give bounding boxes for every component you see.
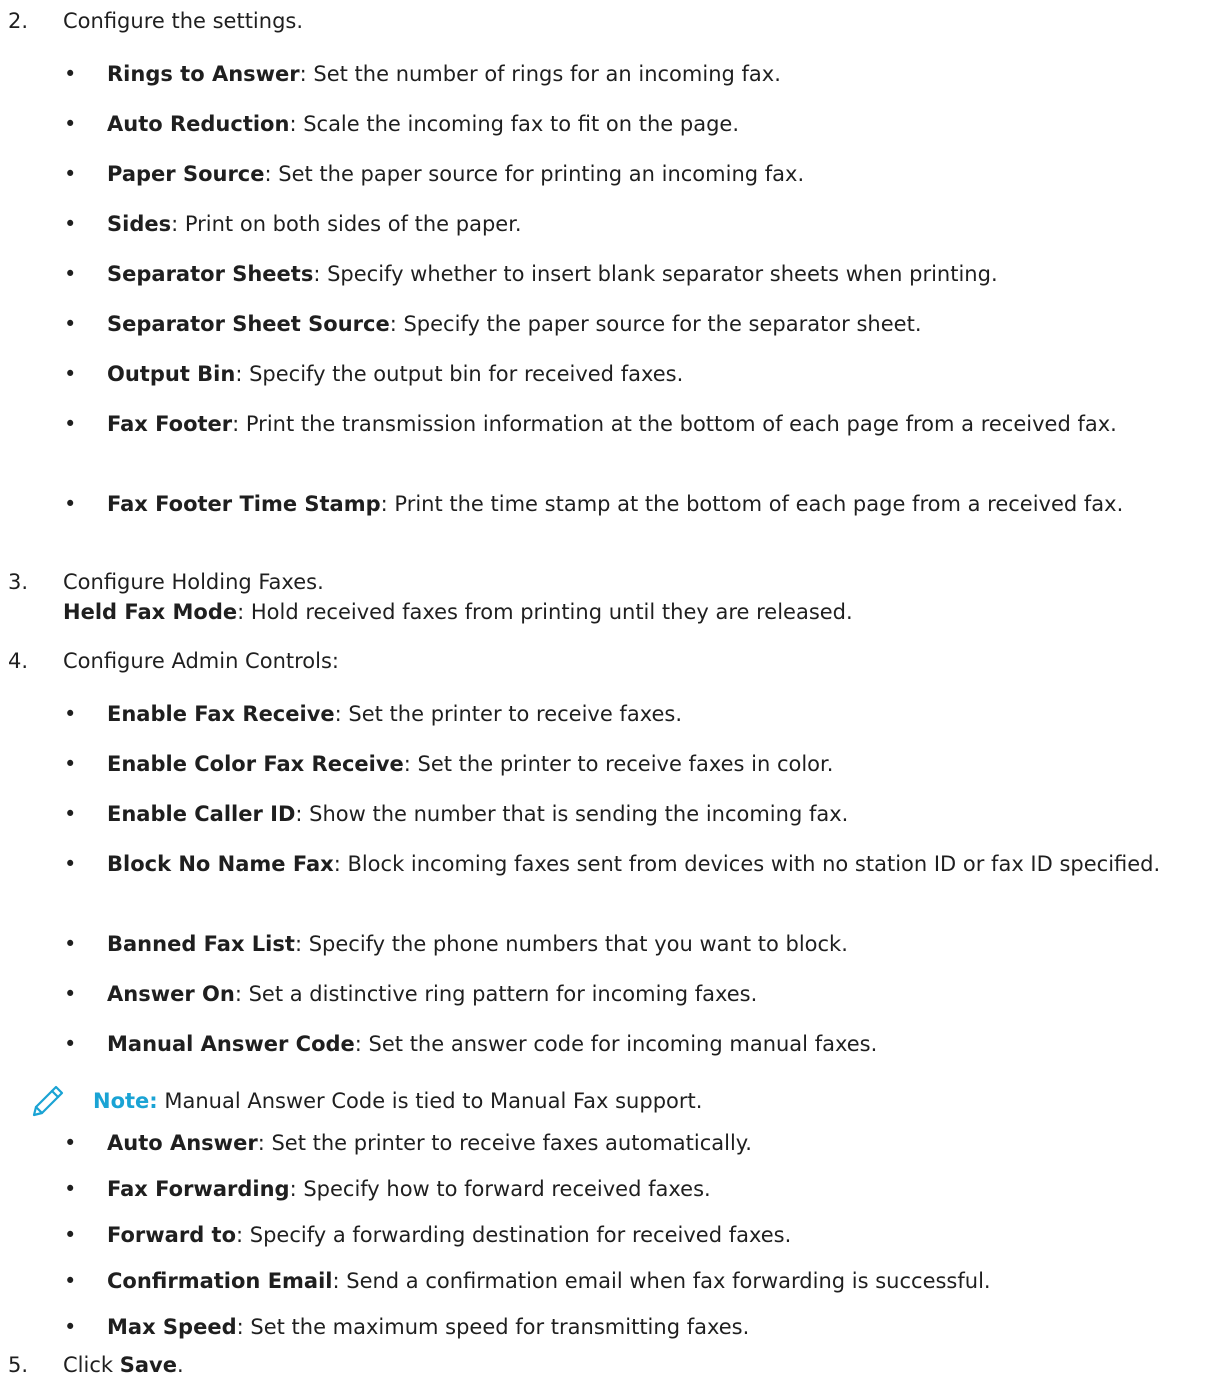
item-term: Separator Sheet Source <box>107 312 390 336</box>
item-desc: : Specify a forwarding destination for r… <box>236 1223 792 1247</box>
item-desc: : Print the transmission information at … <box>232 412 1117 436</box>
bullet-marker: • <box>64 1223 77 1247</box>
step-text-post: . <box>176 1353 184 1377</box>
bullet-marker: • <box>64 362 77 386</box>
item-desc: : Print on both sides of the paper. <box>171 212 522 236</box>
step-text: Configure Admin Controls: <box>63 649 339 673</box>
item-term: Fax Footer Time Stamp <box>107 492 381 516</box>
bullet-marker: • <box>64 262 77 286</box>
bullet-marker: • <box>64 982 77 1006</box>
item-desc: : Specify the output bin for received fa… <box>235 362 684 386</box>
item-desc: : Specify the phone numbers that you wan… <box>294 932 848 956</box>
held-fax-mode-line: Held Fax Mode: Hold received faxes from … <box>63 597 1211 627</box>
pencil-icon <box>30 1083 66 1119</box>
item-term: Enable Fax Receive <box>107 702 335 726</box>
save-label: Save <box>119 1353 177 1377</box>
item-desc: : Set the printer to receive faxes in co… <box>403 752 834 776</box>
bullet-marker: • <box>64 162 77 186</box>
item-desc: : Scale the incoming fax to fit on the p… <box>289 112 739 136</box>
item-desc: : Set a distinctive ring pattern for inc… <box>234 982 758 1006</box>
bullet-marker: • <box>64 312 77 336</box>
item-desc: : Set the maximum speed for transmitting… <box>236 1315 750 1339</box>
item-term: Block No Name Fax <box>107 852 334 876</box>
item-term: Auto Reduction <box>107 112 290 136</box>
item-term: Rings to Answer <box>107 62 300 86</box>
item-desc: : Specify how to forward received faxes. <box>289 1177 711 1201</box>
step-number: 3. <box>8 570 29 594</box>
step-text: Click Save. <box>63 1350 1211 1380</box>
item-desc: : Set the answer code for incoming manua… <box>354 1032 878 1056</box>
bullet-marker: • <box>64 1269 77 1293</box>
item-term: Enable Caller ID <box>107 802 296 826</box>
item-term: Answer On <box>107 982 235 1006</box>
bullet-marker: • <box>64 412 77 436</box>
bullet-marker: • <box>64 1032 77 1056</box>
bullet-marker: • <box>64 852 77 876</box>
bullet-marker: • <box>64 212 77 236</box>
document-page: 2. Configure the settings. • Rings to An… <box>0 0 1219 1386</box>
step-text: Configure Holding Faxes. <box>63 570 324 594</box>
note-label: Note: <box>93 1089 158 1113</box>
bullet-marker: • <box>64 1131 77 1155</box>
item-term: Fax Forwarding <box>107 1177 290 1201</box>
step-number: 5. <box>8 1353 29 1377</box>
item-term: Forward to <box>107 1223 237 1247</box>
item-desc: : Block incoming faxes sent from devices… <box>333 852 1161 876</box>
item-desc: : Specify the paper source for the separ… <box>389 312 922 336</box>
item-desc: : Show the number that is sending the in… <box>295 802 849 826</box>
item-desc: : Hold received faxes from printing unti… <box>237 600 853 624</box>
item-term: Max Speed <box>107 1315 237 1339</box>
bullet-marker: • <box>64 1315 77 1339</box>
item-term: Paper Source <box>107 162 265 186</box>
bullet-marker: • <box>64 932 77 956</box>
item-term: Banned Fax List <box>107 932 295 956</box>
item-term: Held Fax Mode <box>63 600 238 624</box>
item-desc: : Set the printer to receive faxes autom… <box>257 1131 752 1155</box>
bullet-marker: • <box>64 492 77 516</box>
item-desc: : Send a confirmation email when fax for… <box>332 1269 991 1293</box>
note-text: Manual Answer Code is tied to Manual Fax… <box>157 1089 703 1113</box>
item-term: Sides <box>107 212 172 236</box>
step-text: Configure the settings. <box>63 9 304 33</box>
bullet-marker: • <box>64 702 77 726</box>
item-desc: : Set the number of rings for an incomin… <box>299 62 781 86</box>
step-number: 4. <box>8 649 29 673</box>
item-desc: : Specify whether to insert blank separa… <box>313 262 998 286</box>
item-term: Output Bin <box>107 362 236 386</box>
step-number: 2. <box>8 9 29 33</box>
item-term: Separator Sheets <box>107 262 314 286</box>
bullet-marker: • <box>64 62 77 86</box>
item-desc: : Set the paper source for printing an i… <box>264 162 805 186</box>
item-term: Enable Color Fax Receive <box>107 752 404 776</box>
bullet-marker: • <box>64 112 77 136</box>
item-term: Confirmation Email <box>107 1269 333 1293</box>
item-term: Auto Answer <box>107 1131 258 1155</box>
item-desc: : Print the time stamp at the bottom of … <box>380 492 1124 516</box>
step-text-pre: Click <box>63 1353 120 1377</box>
item-term: Manual Answer Code <box>107 1032 355 1056</box>
bullet-marker: • <box>64 802 77 826</box>
bullet-marker: • <box>64 1177 77 1201</box>
item-term: Fax Footer <box>107 412 233 436</box>
bullet-marker: • <box>64 752 77 776</box>
item-desc: : Set the printer to receive faxes. <box>334 702 683 726</box>
